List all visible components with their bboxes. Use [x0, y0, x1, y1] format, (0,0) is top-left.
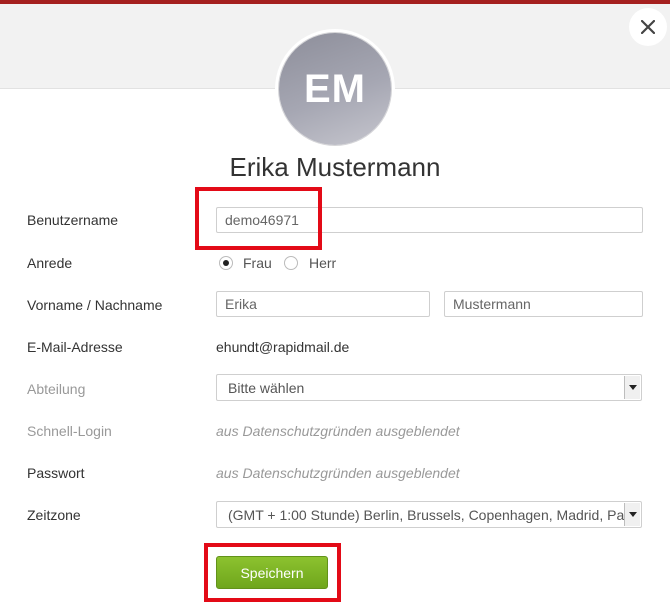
salutation-radio-frau[interactable] — [219, 256, 233, 270]
timezone-select[interactable]: (GMT + 1:00 Stunde) Berlin, Brussels, Co… — [216, 501, 642, 528]
avatar: EM — [275, 29, 395, 149]
avatar-initials: EM — [279, 33, 391, 145]
first-name-input[interactable] — [216, 291, 430, 317]
email-label: E-Mail-Adresse — [27, 339, 123, 355]
timezone-label: Zeitzone — [27, 507, 81, 523]
salutation-label: Anrede — [27, 255, 73, 271]
name-label: Vorname / Nachname — [27, 297, 163, 313]
password-value: aus Datenschutzgründen ausgeblendet — [216, 465, 460, 481]
close-icon — [641, 20, 655, 34]
department-select-value: Bitte wählen — [228, 380, 305, 396]
salutation-label-frau[interactable]: Frau — [243, 255, 272, 271]
chevron-down-icon — [624, 376, 640, 399]
profile-name: Erika Mustermann — [229, 152, 441, 182]
salutation-radio-herr[interactable] — [284, 256, 298, 270]
save-button[interactable]: Speichern — [216, 556, 328, 589]
department-label: Abteilung — [27, 381, 86, 397]
department-select[interactable]: Bitte wählen — [216, 374, 642, 401]
username-label: Benutzername — [27, 212, 119, 228]
salutation-label-herr[interactable]: Herr — [309, 255, 336, 271]
email-value: ehundt@rapidmail.de — [216, 339, 350, 355]
username-input[interactable] — [216, 207, 643, 233]
close-button[interactable] — [629, 8, 667, 46]
chevron-down-icon — [624, 503, 640, 526]
quick-login-value: aus Datenschutzgründen ausgeblendet — [216, 423, 460, 439]
radio-selected-dot — [223, 260, 229, 266]
password-label: Passwort — [27, 465, 85, 481]
timezone-select-value: (GMT + 1:00 Stunde) Berlin, Brussels, Co… — [228, 507, 639, 523]
quick-login-label: Schnell-Login — [27, 423, 112, 439]
last-name-input[interactable] — [444, 291, 643, 317]
